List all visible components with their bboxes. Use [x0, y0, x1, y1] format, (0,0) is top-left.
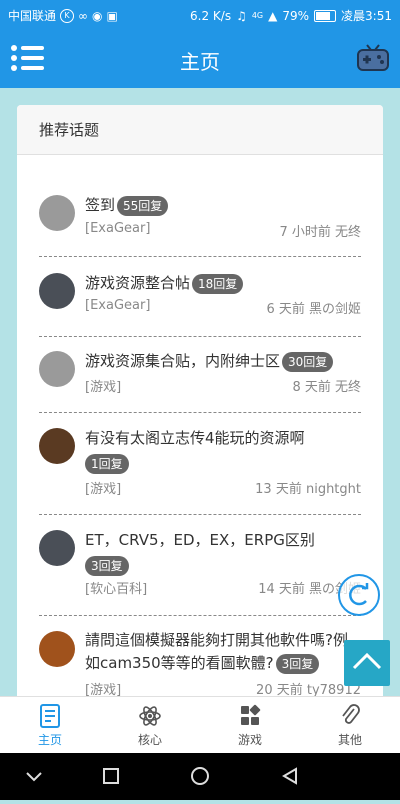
topic-item[interactable]: 游戏资源集合贴，内附绅士区 30回复 [游戏] 8 天前 无终	[39, 336, 361, 413]
clock: 凌晨3:51	[341, 9, 392, 23]
reply-badge: 3回复	[275, 653, 320, 674]
network-speed: 6.2 K/s	[190, 8, 232, 23]
headset-icon: ♫	[236, 8, 247, 23]
topic-category: [ExaGear]	[85, 221, 151, 236]
avatar[interactable]	[39, 195, 75, 231]
reply-badge: 30回复	[282, 351, 334, 372]
paperclip-icon	[342, 704, 360, 724]
back-to-top-button[interactable]	[344, 640, 390, 686]
k-notification-icon: K	[60, 8, 75, 23]
nav-label: 游戏	[237, 733, 262, 747]
refresh-button[interactable]	[338, 574, 380, 616]
topic-meta: [ExaGear] 6 天前 黑の剑姬	[85, 298, 361, 317]
app2-notification-icon: ▣	[106, 8, 118, 23]
recommended-topics-card: 推荐话题 签到 55回复 [ExaGear] 7 小时前 无终 游戏资源整合帖 18…	[17, 105, 383, 705]
topic-title: 游戏资源整合帖	[85, 274, 191, 292]
system-nav-bar	[0, 753, 400, 800]
app-bar: 主页	[0, 30, 400, 88]
apps-grid-icon	[241, 704, 261, 725]
network-type: 4G	[251, 11, 264, 20]
topic-title: 签到	[85, 196, 116, 214]
status-bar: 中国联通 K ∞ ◉ ▣ 6.2 K/s ♫ 4G ▲ 79% 凌晨3:51	[0, 0, 400, 30]
atom-icon	[139, 706, 161, 726]
topic-title-row: 签到 55回复	[85, 194, 361, 217]
nav-games[interactable]: 游戏	[200, 697, 300, 754]
refresh-icon	[349, 583, 369, 606]
topic-item[interactable]: ET，CRV5，ED，EX，ERPG区别 3回复 [软心百科] 14 天前 黑の…	[39, 514, 361, 616]
bottom-nav: 主页 核心 游戏 其他	[0, 696, 400, 754]
gamepad-icon	[357, 44, 389, 71]
avatar[interactable]	[39, 530, 75, 566]
topic-meta: [游戏] 13 天前 nightght	[85, 478, 361, 497]
topic-item[interactable]: 請問這個模擬器能夠打開其他軟件嗎?例如cam350等等的看圖軟體? 3回复 [游戏…	[39, 615, 361, 705]
topic-time-author: 7 小时前 无终	[279, 225, 361, 240]
avatar[interactable]	[39, 273, 75, 309]
home-circle-icon[interactable]	[191, 767, 209, 785]
topic-item[interactable]: 游戏资源整合帖 18回复 [ExaGear] 6 天前 黑の剑姬	[39, 256, 361, 337]
topic-category: [游戏]	[85, 482, 122, 497]
topic-meta: [ExaGear] 7 小时前 无终	[85, 221, 361, 240]
chevron-up-icon	[352, 652, 382, 670]
game-button[interactable]	[356, 42, 390, 74]
link-icon: ∞	[78, 8, 89, 23]
section-title: 推荐话题	[17, 105, 383, 155]
topic-title-row: 請問這個模擬器能夠打開其他軟件嗎?例如cam350等等的看圖軟體? 3回复	[85, 629, 361, 675]
carrier-label: 中国联通	[8, 9, 57, 23]
nav-label: 主页	[37, 733, 62, 747]
topic-time-author: 8 天前 无终	[292, 380, 361, 395]
battery-icon	[314, 9, 337, 22]
chevron-down-icon[interactable]	[26, 772, 42, 782]
topic-time-author: 13 天前 nightght	[255, 482, 361, 497]
home-book-icon	[40, 704, 60, 728]
recents-icon[interactable]	[103, 768, 119, 784]
nav-home[interactable]: 主页	[0, 697, 100, 754]
topic-time-author: 6 天前 黑の剑姬	[266, 302, 361, 317]
nav-label: 其他	[337, 733, 362, 747]
topic-category: [软心百科]	[85, 582, 148, 597]
topic-title: ET，CRV5，ED，EX，ERPG区别	[85, 531, 315, 549]
topic-title-row: 游戏资源集合贴，内附绅士区 30回复	[85, 350, 361, 373]
signal-icon: ▲	[268, 8, 278, 23]
app-notification-icon: ◉	[92, 8, 103, 23]
back-triangle-icon[interactable]	[282, 767, 297, 785]
topic-meta: [软心百科] 14 天前 黑の剑姬	[85, 578, 361, 597]
nav-core[interactable]: 核心	[100, 697, 200, 754]
topic-category: [游戏]	[85, 380, 122, 395]
topic-title: 有没有太阁立志传4能玩的资源啊	[85, 429, 305, 447]
topic-meta: [游戏] 8 天前 无终	[85, 376, 361, 395]
reply-badge: 1回复	[85, 454, 129, 474]
nav-label: 核心	[137, 733, 162, 747]
topic-category: [ExaGear]	[85, 298, 151, 313]
avatar[interactable]	[39, 351, 75, 387]
topic-item[interactable]: 签到 55回复 [ExaGear] 7 小时前 无终	[39, 183, 361, 257]
topic-item[interactable]: 有没有太阁立志传4能玩的资源啊 1回复 [游戏] 13 天前 nightght	[39, 412, 361, 515]
nav-other[interactable]: 其他	[300, 697, 400, 754]
avatar[interactable]	[39, 631, 75, 667]
topic-title-row: 有没有太阁立志传4能玩的资源啊 1回复	[85, 427, 361, 474]
topic-title: 游戏资源集合贴，内附绅士区	[85, 352, 281, 370]
battery-percent: 79%	[282, 8, 310, 23]
reply-badge: 3回复	[85, 556, 129, 576]
avatar[interactable]	[39, 428, 75, 464]
reply-badge: 18回复	[192, 273, 244, 294]
reply-badge: 55回复	[117, 195, 169, 216]
topic-title-row: 游戏资源整合帖 18回复	[85, 272, 361, 295]
topic-title-row: ET，CRV5，ED，EX，ERPG区别 3回复	[85, 529, 361, 576]
page-title: 主页	[180, 50, 220, 74]
